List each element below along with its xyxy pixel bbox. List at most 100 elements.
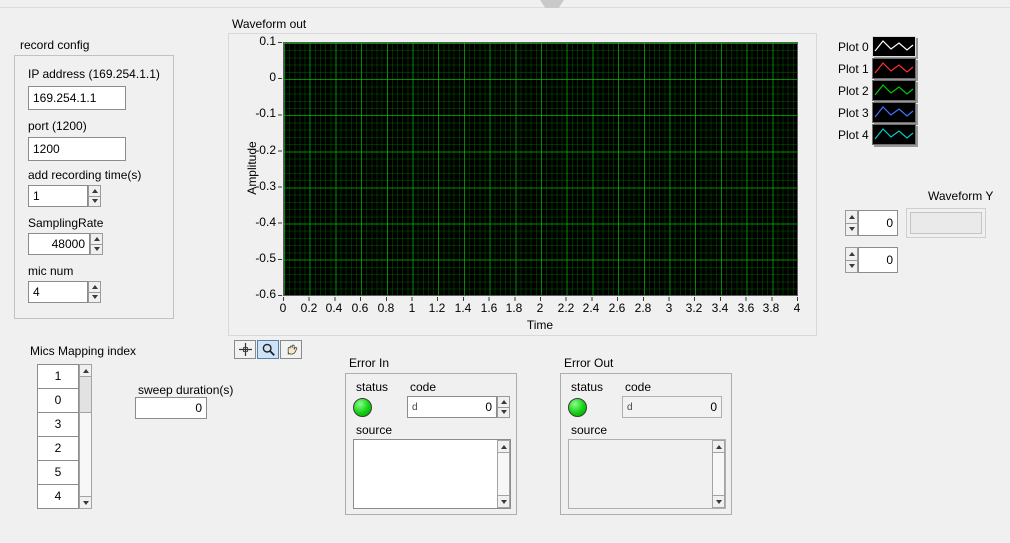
x-tick-label: 1.2	[429, 301, 446, 315]
legend-item-label[interactable]: Plot 2	[838, 84, 869, 98]
ip-address-input[interactable]	[28, 86, 126, 110]
error-in-code-field[interactable]: d 0	[407, 396, 497, 418]
recording-time-input[interactable]	[28, 185, 88, 207]
error-in-source-scrollbar[interactable]	[497, 440, 510, 508]
y-tick-label: -0.4	[236, 215, 276, 229]
up-arrow-icon	[716, 445, 722, 449]
error-out-source-scrollbar[interactable]	[712, 440, 725, 508]
x-tick-label: 1.4	[455, 301, 472, 315]
error-out-status-led	[568, 398, 587, 417]
legend-swatch-plot1[interactable]	[872, 58, 916, 79]
legend-item-label[interactable]: Plot 3	[838, 106, 869, 120]
mics-mapping-cell[interactable]: 4	[37, 484, 79, 509]
up-arrow-icon	[849, 252, 855, 256]
up-arrow-icon	[94, 237, 100, 241]
up-arrow-icon	[92, 285, 98, 289]
error-out-code-label: code	[625, 380, 651, 394]
decrement-button[interactable]	[845, 224, 858, 237]
down-arrow-icon	[92, 295, 98, 299]
increment-button[interactable]	[845, 210, 858, 224]
scrollbar-track[interactable]	[497, 453, 510, 495]
increment-button[interactable]	[497, 396, 510, 408]
crosshair-icon	[238, 342, 253, 357]
x-tick-label: 0.8	[378, 301, 395, 315]
magnifier-icon	[261, 342, 276, 357]
y-tick-label: -0.6	[236, 287, 276, 301]
x-tick-label: 2.4	[583, 301, 600, 315]
mics-mapping-cell[interactable]: 0	[37, 388, 79, 413]
error-in-title: Error In	[349, 356, 389, 370]
waveform-swatch-icon	[873, 59, 915, 78]
mics-mapping-scrollbar[interactable]	[79, 364, 92, 509]
legend-swatch-plot0[interactable]	[872, 36, 916, 57]
increment-button[interactable]	[88, 185, 101, 197]
legend-item-label[interactable]: Plot 4	[838, 128, 869, 142]
error-in-source-field[interactable]	[353, 439, 511, 509]
scroll-up-button[interactable]	[712, 440, 725, 453]
chart-plot-area[interactable]	[283, 42, 798, 296]
legend-swatch-plot2[interactable]	[872, 80, 916, 101]
error-in-status-led[interactable]	[353, 398, 372, 417]
x-tick-label: 0.4	[326, 301, 343, 315]
error-out-code-value: 0	[635, 400, 717, 414]
pan-tool-button[interactable]	[280, 340, 302, 359]
down-arrow-icon	[716, 500, 722, 504]
mic-num-input[interactable]	[28, 281, 88, 303]
legend-swatch-plot3[interactable]	[872, 102, 916, 123]
x-tick-label: 0.2	[301, 301, 318, 315]
up-arrow-icon	[849, 215, 855, 219]
increment-button[interactable]	[845, 247, 858, 261]
scroll-up-button[interactable]	[79, 364, 92, 377]
legend-swatch-plot4[interactable]	[872, 124, 916, 145]
decrement-button[interactable]	[90, 245, 103, 256]
down-arrow-icon	[849, 264, 855, 268]
increment-button[interactable]	[90, 233, 103, 245]
waveform-y-spinner-1	[845, 210, 858, 236]
error-in-code-spinner	[497, 396, 510, 418]
decrement-button[interactable]	[497, 408, 510, 419]
zoom-tool-button[interactable]	[257, 340, 279, 359]
scrollbar-track[interactable]	[712, 453, 725, 495]
sampling-rate-label: SamplingRate	[28, 216, 103, 230]
scrollbar-thumb[interactable]	[80, 377, 91, 413]
decrement-button[interactable]	[88, 293, 101, 304]
y-tick-label: -0.2	[236, 143, 276, 157]
y-tick-label: -0.5	[236, 251, 276, 265]
sweep-duration-input[interactable]	[135, 397, 207, 419]
legend-item-label[interactable]: Plot 1	[838, 62, 869, 76]
recording-time-label: add recording time(s)	[28, 168, 141, 182]
x-tick-label: 0	[280, 301, 287, 315]
waveform-swatch-icon	[873, 125, 915, 144]
legend-item-label[interactable]: Plot 0	[838, 40, 869, 54]
sampling-rate-spinner	[90, 233, 103, 255]
y-tick-marks	[278, 42, 282, 296]
increment-button[interactable]	[88, 281, 101, 293]
sampling-rate-input[interactable]	[28, 233, 90, 255]
x-tick-label: 2.2	[558, 301, 575, 315]
y-tick-label: 0	[236, 70, 276, 84]
down-arrow-icon	[501, 410, 507, 414]
x-tick-label: 1	[409, 301, 416, 315]
scrollbar-track[interactable]	[79, 377, 92, 496]
error-out-status-label: status	[571, 380, 603, 394]
mics-mapping-cell[interactable]: 5	[37, 460, 79, 485]
x-tick-label: 3	[666, 301, 673, 315]
waveform-y-label: Waveform Y	[928, 189, 993, 203]
mics-mapping-cell[interactable]: 3	[37, 412, 79, 437]
mics-mapping-cell[interactable]: 2	[37, 436, 79, 461]
x-tick-label: 2	[537, 301, 544, 315]
port-input[interactable]	[28, 137, 126, 161]
x-axis-label: Time	[527, 318, 553, 332]
decrement-button[interactable]	[845, 261, 858, 274]
x-tick-label: 3.4	[712, 301, 729, 315]
decrement-button[interactable]	[88, 197, 101, 208]
waveform-y-input-1[interactable]	[858, 210, 898, 236]
scroll-down-button[interactable]	[712, 495, 725, 508]
mics-mapping-cell[interactable]: 1	[37, 364, 79, 389]
scroll-down-button[interactable]	[79, 496, 92, 509]
scroll-down-button[interactable]	[497, 495, 510, 508]
waveform-y-input-2[interactable]	[858, 247, 898, 273]
x-tick-label: 3.6	[738, 301, 755, 315]
scroll-up-button[interactable]	[497, 440, 510, 453]
crosshair-tool-button[interactable]	[234, 340, 256, 359]
